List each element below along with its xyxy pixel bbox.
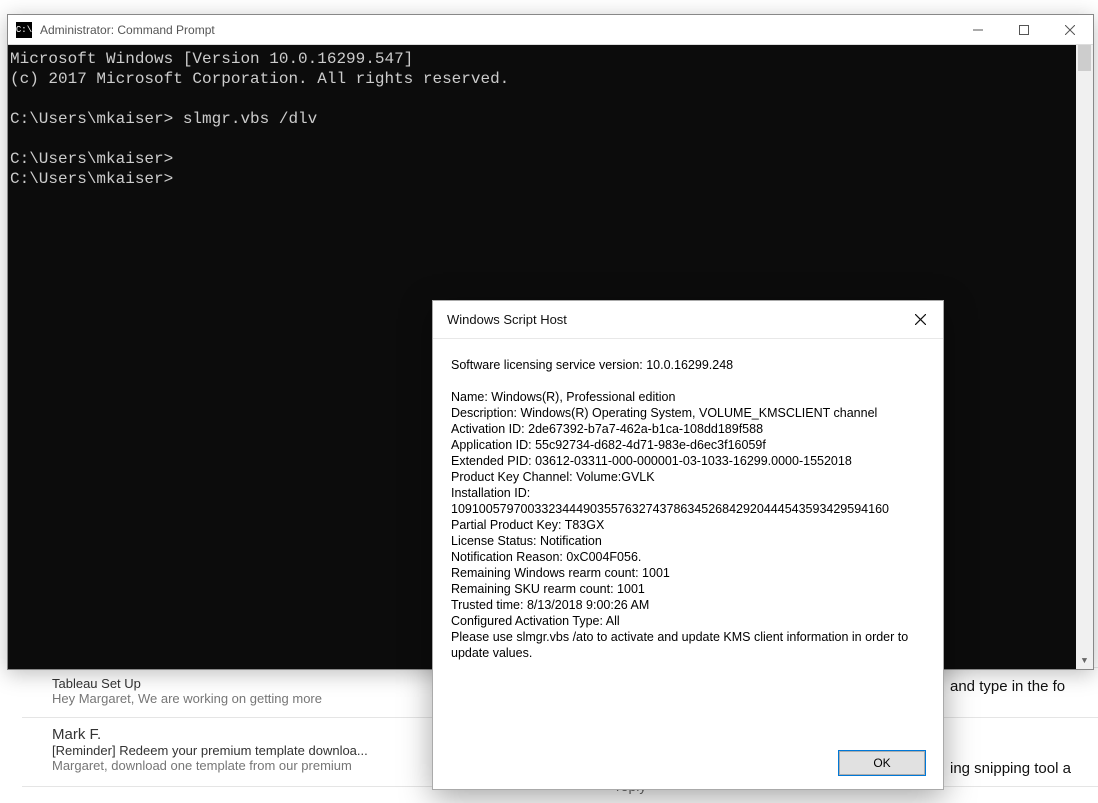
dialog-title: Windows Script Host	[447, 312, 898, 327]
dialog-close-button[interactable]	[898, 301, 943, 339]
dialog-text-line: Activation ID: 2de67392-b7a7-462a-b1ca-1…	[451, 421, 925, 437]
dialog-text-line: Configured Activation Type: All	[451, 613, 925, 629]
command-prompt-title: Administrator: Command Prompt	[40, 23, 955, 37]
dialog-text-line: Please use slmgr.vbs /ato to activate an…	[451, 629, 925, 661]
command-prompt-titlebar[interactable]: C:\ Administrator: Command Prompt	[8, 15, 1093, 45]
dialog-button-row: OK	[433, 737, 943, 789]
reading-pane-fragment: and type in the fo	[950, 678, 1065, 695]
command-prompt-icon: C:\	[16, 22, 32, 38]
dialog-text-line: Remaining SKU rearm count: 1001	[451, 581, 925, 597]
windows-script-host-dialog: Windows Script Host Software licensing s…	[432, 300, 944, 790]
maximize-button[interactable]	[1001, 15, 1047, 45]
dialog-text-line: Installation ID: 10910057970033234449035…	[451, 485, 925, 517]
dialog-service-line: Software licensing service version: 10.0…	[451, 357, 925, 373]
ok-button[interactable]: OK	[839, 751, 925, 775]
dialog-text-line: Application ID: 55c92734-d682-4d71-983e-…	[451, 437, 925, 453]
dialog-text-line: Extended PID: 03612-03311-000-000001-03-…	[451, 453, 925, 469]
dialog-text-line: Product Key Channel: Volume:GVLK	[451, 469, 925, 485]
dialog-text-line: License Status: Notification	[451, 533, 925, 549]
dialog-text-line: Name: Windows(R), Professional edition	[451, 389, 925, 405]
reading-pane-fragment: ing snipping tool a	[950, 760, 1071, 777]
close-button[interactable]	[1047, 15, 1093, 45]
dialog-body: Software licensing service version: 10.0…	[433, 339, 943, 737]
minimize-button[interactable]	[955, 15, 1001, 45]
scrollbar[interactable]: ▲ ▼	[1076, 45, 1093, 669]
dialog-text-line: Description: Windows(R) Operating System…	[451, 405, 925, 421]
dialog-titlebar[interactable]: Windows Script Host	[433, 301, 943, 339]
dialog-text-line: Partial Product Key: T83GX	[451, 517, 925, 533]
dialog-text-line: Trusted time: 8/13/2018 9:00:26 AM	[451, 597, 925, 613]
dialog-text-line: Notification Reason: 0xC004F056.	[451, 549, 925, 565]
scrollbar-thumb[interactable]	[1078, 45, 1091, 71]
scroll-down-icon[interactable]: ▼	[1076, 652, 1093, 669]
dialog-text-line: Remaining Windows rearm count: 1001	[451, 565, 925, 581]
